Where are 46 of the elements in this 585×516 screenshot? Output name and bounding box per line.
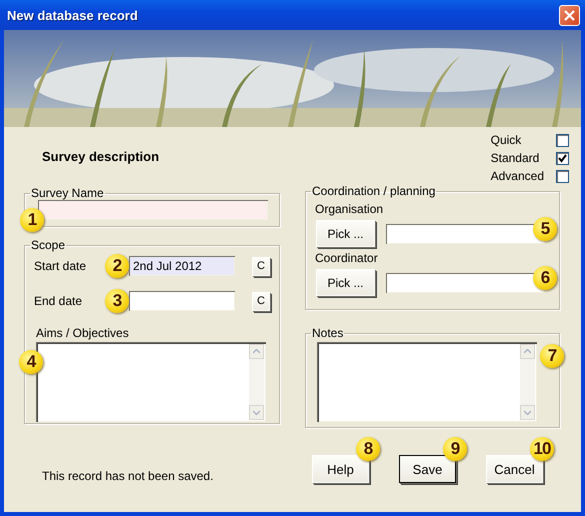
callout-number: 10 bbox=[530, 437, 554, 461]
window-title: New database record bbox=[7, 8, 138, 22]
date-field[interactable]: 2nd Jul 2012 bbox=[129, 256, 235, 276]
group-label: Notes bbox=[311, 327, 344, 340]
checkbox-label: Advanced bbox=[490, 169, 544, 183]
chevron-up-icon bbox=[524, 349, 531, 354]
clear-button[interactable]: C bbox=[252, 292, 270, 310]
input-field[interactable] bbox=[38, 200, 268, 220]
callout-number: 1 bbox=[20, 208, 44, 232]
group-label: Coordination / planning bbox=[311, 185, 436, 198]
field-label: Organisation bbox=[315, 202, 384, 216]
text-area[interactable] bbox=[36, 342, 266, 422]
field-label: Coordinator bbox=[315, 251, 379, 265]
callout-number: 9 bbox=[443, 437, 467, 461]
dialog-button[interactable]: Save bbox=[399, 455, 456, 483]
dialog-button[interactable]: Help bbox=[312, 455, 369, 483]
text-area[interactable] bbox=[317, 342, 537, 422]
callout-number: 6 bbox=[533, 266, 557, 290]
pick-button[interactable]: Pick ... bbox=[316, 220, 375, 247]
callout-number: 4 bbox=[19, 350, 43, 374]
date-field[interactable] bbox=[129, 291, 235, 311]
checkbox[interactable] bbox=[556, 170, 569, 183]
pick-button[interactable]: Pick ... bbox=[316, 269, 375, 296]
checkbox[interactable] bbox=[556, 134, 569, 147]
checkbox-label: Quick bbox=[490, 133, 522, 147]
checkbox[interactable] bbox=[556, 152, 569, 165]
close-button[interactable] bbox=[559, 4, 580, 26]
callout-number: 5 bbox=[533, 217, 557, 241]
field-label: Aims / Objectives bbox=[36, 326, 130, 340]
chevron-down-icon bbox=[524, 410, 531, 415]
status-message: This record has not been saved. bbox=[42, 469, 214, 483]
chevron-down-icon bbox=[253, 410, 260, 415]
callout-number: 7 bbox=[540, 344, 564, 368]
group-label: Scope bbox=[30, 239, 66, 252]
section-heading: Survey description bbox=[42, 149, 160, 166]
dialog-button[interactable]: Cancel bbox=[486, 455, 543, 483]
chevron-up-icon bbox=[253, 349, 260, 354]
callout-number: 2 bbox=[105, 254, 129, 278]
clear-button[interactable]: C bbox=[252, 256, 270, 276]
callout-number: 3 bbox=[105, 289, 129, 313]
field-label: Start date bbox=[33, 259, 88, 273]
checkbox-label: Standard bbox=[490, 151, 540, 165]
callout-number: 8 bbox=[356, 437, 380, 461]
field-label: End date bbox=[33, 294, 84, 308]
group-label: Survey Name bbox=[30, 187, 105, 200]
close-icon bbox=[564, 10, 575, 20]
